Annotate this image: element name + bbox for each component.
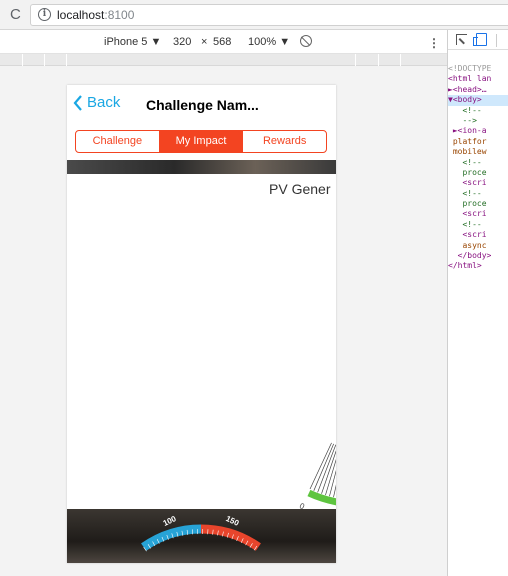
page-title: Challenge Nam... [146, 97, 259, 113]
dom-node-line[interactable]: <html lan [448, 74, 508, 84]
browser-address-bar: C i localhost:8100 [0, 0, 508, 30]
tab-challenge[interactable]: Challenge [76, 131, 159, 152]
dom-node-line[interactable]: ►<ion-a [448, 126, 508, 136]
url-field[interactable]: i localhost:8100 [30, 4, 508, 26]
height-field[interactable]: 568 [213, 36, 231, 48]
reload-icon[interactable]: C [10, 6, 21, 23]
back-label: Back [87, 94, 121, 111]
secondary-tick-label: 100 [162, 514, 178, 528]
dom-node-line[interactable]: --> [448, 116, 508, 126]
dom-node-line[interactable]: mobilew [448, 147, 508, 157]
tab-my-impact[interactable]: My Impact [158, 131, 243, 152]
secondary-gauge: 100 150 [141, 514, 261, 552]
device-screen: Back Challenge Nam... Challenge My Impac… [67, 85, 336, 563]
more-options-icon[interactable]: ⋮ [428, 36, 440, 50]
device-toggle-icon[interactable] [473, 33, 487, 46]
secondary-band-red [200, 524, 261, 551]
devtools-toolbar [448, 30, 508, 50]
tab-rewards[interactable]: Rewards [242, 131, 326, 152]
dom-node-line[interactable]: </body> [448, 251, 508, 261]
dimension-separator: × [201, 36, 208, 48]
gauge-tick [317, 444, 336, 493]
dom-node-line[interactable]: <scri [448, 209, 508, 219]
zoom-select[interactable]: 100% ▼ [248, 36, 290, 48]
segment-tabs: Challenge My Impact Rewards [75, 130, 327, 153]
gauge-tick-label: 0 [298, 501, 306, 509]
gauge-tick [325, 458, 336, 496]
info-icon[interactable]: i [38, 8, 51, 21]
gauge-tick [321, 450, 336, 494]
url-text: localhost:8100 [57, 8, 135, 22]
dom-node-line[interactable]: ►<head>… [448, 85, 508, 95]
toolbar-divider [496, 34, 497, 47]
dom-node-line[interactable]: proce [448, 168, 508, 178]
chevron-left-icon [73, 94, 82, 111]
dom-node-line[interactable]: ▼<body> [448, 95, 508, 106]
width-field[interactable]: 320 [173, 36, 191, 48]
dom-node-line[interactable]: proce [448, 199, 508, 209]
header-image [67, 160, 336, 174]
dom-node-line[interactable]: <scri [448, 178, 508, 188]
devtools-panel: <!DOCTYPE <html lan ►<head>… ▼<body> <!-- -… [447, 30, 508, 576]
media-query-bar[interactable] [0, 54, 447, 66]
dom-node-line[interactable]: <!-- [448, 189, 508, 199]
dom-node-line[interactable]: <scri [448, 230, 508, 240]
rotate-icon[interactable] [300, 35, 312, 47]
pv-gauge: 0255075100125 [298, 442, 336, 509]
gauge-tick [309, 442, 332, 490]
back-button[interactable]: Back [73, 94, 120, 111]
inspect-element-icon[interactable] [456, 34, 467, 45]
secondary-tick-label: 150 [224, 514, 240, 528]
dom-node-line[interactable]: <!DOCTYPE [448, 64, 508, 74]
nav-bar: Back Challenge Nam... [67, 85, 336, 125]
bottom-card-image: 100 150 [67, 509, 336, 563]
device-toolbar: iPhone 5 ▼ 320 × 568 100% ▼ ⋮ [0, 30, 447, 54]
dom-node-line[interactable]: platfor [448, 137, 508, 147]
dom-node-line[interactable]: <!-- [448, 220, 508, 230]
dom-node-line[interactable]: </html> [448, 261, 508, 271]
dom-node-line[interactable]: <!-- [448, 106, 508, 116]
dom-node-line[interactable]: async [448, 241, 508, 251]
dom-node-line[interactable]: <!-- [448, 158, 508, 168]
device-select[interactable]: iPhone 5 ▼ [104, 36, 161, 48]
dom-tree: <!DOCTYPE <html lan ►<head>… ▼<body> <!-- -… [448, 64, 508, 272]
